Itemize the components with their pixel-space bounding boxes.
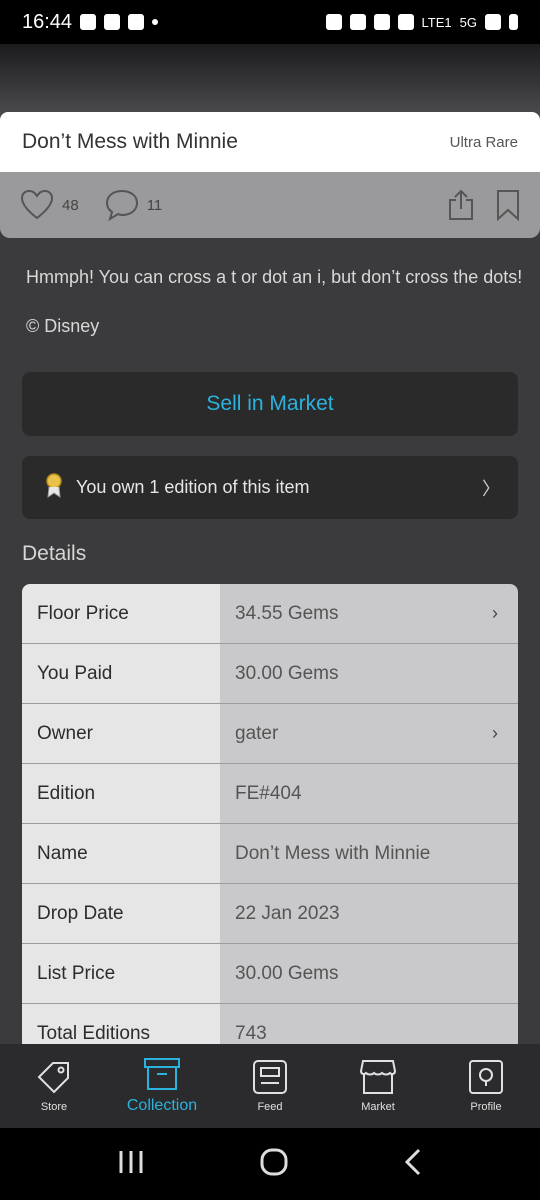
owner-value: gater	[235, 722, 279, 744]
detail-row-list-price: List Price 30.00 Gems	[22, 944, 518, 1004]
rarity-badge: Ultra Rare	[449, 133, 518, 151]
box-icon	[144, 1058, 180, 1090]
system-nav-bar	[0, 1128, 540, 1200]
detail-value: 34.55 Gems ›	[220, 584, 518, 643]
location-icon	[397, 14, 414, 30]
signal-icon	[485, 14, 501, 30]
nav-collection-label: Collection	[126, 1097, 198, 1114]
status-time: 16:44	[22, 10, 73, 33]
detail-row-name: Name Don’t Mess with Minnie	[22, 824, 518, 884]
notification-app-icon	[128, 14, 145, 30]
network-label: LTE1	[421, 14, 452, 30]
home-icon[interactable]	[259, 1147, 289, 1182]
alarm-icon	[349, 14, 366, 30]
detail-row-owner[interactable]: Owner gater ›	[22, 704, 518, 764]
chevron-right-icon: ›	[492, 603, 498, 623]
tag-icon	[37, 1062, 69, 1094]
notification-discord-icon	[104, 14, 121, 30]
detail-value: 22 Jan 2023	[220, 884, 518, 943]
like-count: 48	[62, 196, 79, 214]
detail-value: 743	[220, 1004, 518, 1044]
feed-icon	[253, 1060, 287, 1094]
owned-editions-row[interactable]: You own 1 edition of this item 〉	[22, 456, 518, 519]
detail-label: Total Editions	[22, 1004, 220, 1044]
nav-market[interactable]: Market	[324, 1044, 432, 1128]
detail-label: Name	[22, 824, 220, 883]
owned-editions-label: You own 1 edition of this item	[76, 477, 310, 497]
comment-count: 11	[146, 196, 163, 214]
award-badge-icon	[44, 472, 64, 503]
chevron-right-icon: 〉	[482, 478, 500, 499]
detail-label: You Paid	[22, 644, 220, 703]
detail-value: Don’t Mess with Minnie	[220, 824, 518, 883]
recent-apps-icon[interactable]	[117, 1149, 145, 1180]
item-title-card: Don’t Mess with Minnie Ultra Rare	[0, 112, 540, 172]
chevron-right-icon: ›	[492, 723, 498, 743]
nav-market-label: Market	[361, 1101, 395, 1113]
social-action-bar: 48 11	[0, 172, 540, 238]
back-icon[interactable]	[403, 1148, 423, 1181]
nav-profile-label: Profile	[470, 1101, 502, 1113]
mute-icon	[373, 14, 390, 30]
storefront-icon	[359, 1060, 397, 1094]
item-copyright: © Disney	[26, 316, 100, 336]
nav-store[interactable]: Store	[0, 1044, 108, 1128]
detail-value: FE#404	[220, 764, 518, 823]
nav-collection[interactable]: Collection	[108, 1044, 216, 1128]
detail-value: 30.00 Gems	[220, 944, 518, 1003]
detail-value: gater ›	[220, 704, 518, 763]
sell-in-market-button[interactable]: Sell in Market	[22, 372, 518, 436]
nav-store-label: Store	[40, 1101, 68, 1113]
notification-dot-icon	[152, 19, 159, 25]
item-description: Hmmph! You can cross a t or dot an i, bu…	[26, 267, 523, 287]
notification-u-icon	[80, 14, 97, 30]
detail-row-edition: Edition FE#404	[22, 764, 518, 824]
battery-saver-icon	[325, 14, 342, 30]
bottom-nav: Store Collection Feed Market Profile	[0, 1044, 540, 1128]
detail-label: Floor Price	[22, 584, 220, 643]
floor-price-value: 34.55 Gems	[235, 602, 339, 624]
detail-label: Drop Date	[22, 884, 220, 943]
detail-row-total-editions: Total Editions 743	[22, 1004, 518, 1044]
detail-label: Owner	[22, 704, 220, 763]
detail-row-you-paid: You Paid 30.00 Gems	[22, 644, 518, 704]
detail-value: 30.00 Gems	[220, 644, 518, 703]
nav-profile[interactable]: Profile	[432, 1044, 540, 1128]
network-type: 5G	[459, 14, 477, 30]
detail-label: List Price	[22, 944, 220, 1003]
comment-icon[interactable]	[105, 189, 139, 221]
detail-label: Edition	[22, 764, 220, 823]
like-icon[interactable]	[20, 190, 54, 220]
detail-row-drop-date: Drop Date 22 Jan 2023	[22, 884, 518, 944]
details-table: Floor Price 34.55 Gems › You Paid 30.00 G…	[22, 584, 518, 1044]
nav-feed[interactable]: Feed	[216, 1044, 324, 1128]
detail-row-floor-price[interactable]: Floor Price 34.55 Gems ›	[22, 584, 518, 644]
profile-icon	[469, 1060, 503, 1094]
bookmark-icon[interactable]	[496, 189, 520, 221]
share-icon[interactable]	[448, 189, 474, 221]
details-heading: Details	[22, 542, 87, 565]
status-bar: 16:44 LTE1 5G	[0, 0, 540, 44]
nav-feed-label: Feed	[257, 1101, 283, 1113]
item-title: Don’t Mess with Minnie	[22, 130, 238, 153]
battery-icon	[509, 14, 518, 30]
